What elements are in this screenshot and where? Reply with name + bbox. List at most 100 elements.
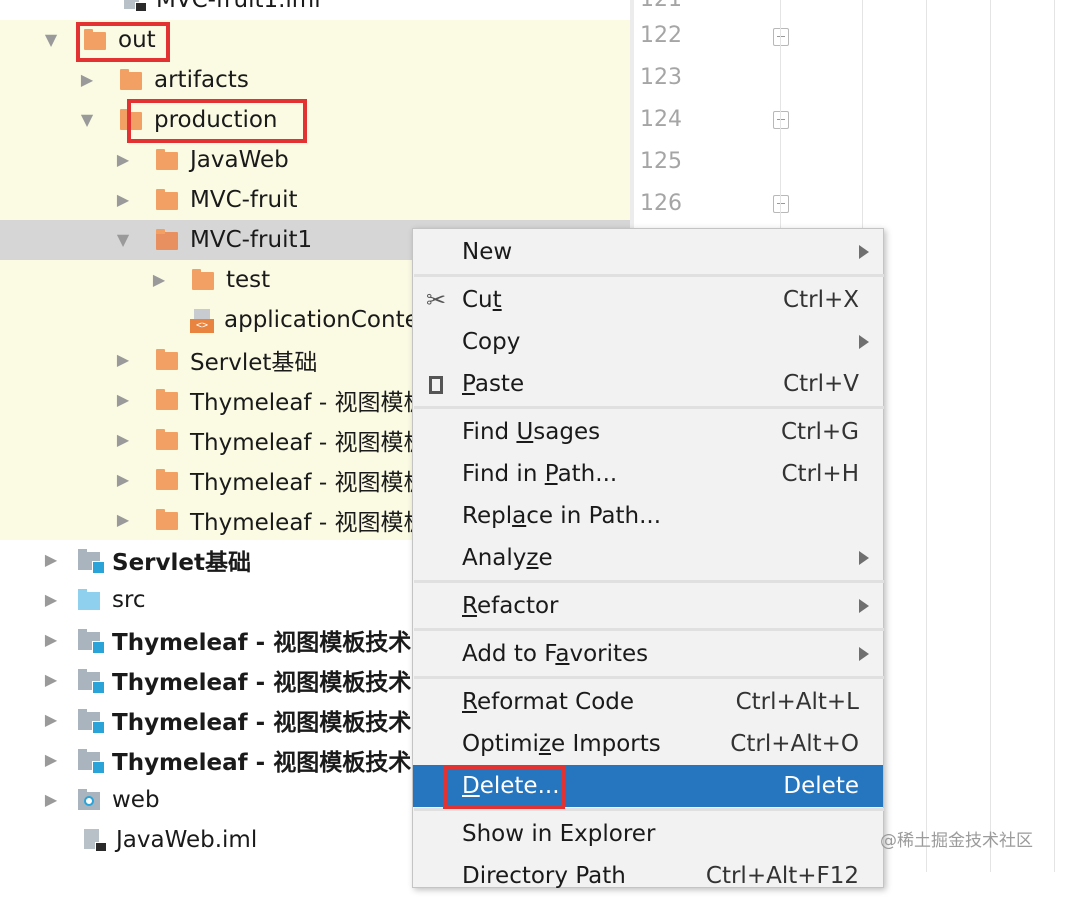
menu-item-label: Paste — [462, 371, 525, 397]
clipboard-icon — [423, 371, 449, 397]
tree-item-label: Thymeleaf - 视图模板 — [190, 470, 427, 496]
collapsed-arrow-icon[interactable]: ▶ — [116, 392, 130, 408]
module-folder-icon — [78, 749, 105, 774]
menu-item-show-in-explorer[interactable]: Show in Explorer — [413, 813, 883, 855]
menu-item-new[interactable]: New — [413, 231, 883, 273]
line-number: 123 — [640, 65, 682, 90]
module-folder-icon — [78, 549, 105, 574]
tree-item-label: test — [226, 267, 271, 293]
tree-item-label: MVC-fruit1 — [190, 227, 313, 253]
tree-item-label: JavaWeb.iml — [116, 827, 258, 853]
menu-separator — [414, 274, 884, 277]
collapsed-arrow-icon[interactable]: ▶ — [116, 472, 130, 488]
editor-guide-line — [926, 0, 927, 872]
scissors-icon: ✂ — [425, 286, 447, 314]
menu-item-find-in-path[interactable]: Find in Path... Ctrl+H — [413, 453, 883, 495]
collapsed-arrow-icon[interactable]: ▶ — [44, 552, 58, 568]
menu-item-label: Optimize Imports — [462, 731, 661, 757]
menu-item-label: Reformat Code — [462, 689, 635, 715]
fold-marker-icon[interactable] — [773, 195, 789, 213]
menu-item-cut[interactable]: ✂ Cut Ctrl+X — [413, 279, 883, 321]
tree-item-mvc-fruit[interactable]: ▶ MVC-fruit — [0, 180, 630, 220]
collapsed-arrow-icon[interactable]: ▶ — [152, 272, 166, 288]
folder-icon — [156, 469, 180, 491]
collapsed-arrow-icon[interactable]: ▶ — [44, 752, 58, 768]
menu-item-label: Copy — [462, 329, 521, 355]
highlight-box-delete — [443, 765, 565, 809]
watermark: @稀土掘金技术社区 — [880, 831, 1033, 851]
line-number: 125 — [640, 149, 682, 174]
tree-item-label: Thymeleaf - 视图模板 — [190, 510, 427, 536]
folder-icon — [156, 509, 180, 531]
submenu-arrow-icon — [859, 599, 869, 613]
shortcut-label: Ctrl+X — [783, 287, 859, 313]
menu-item-add-to-favorites[interactable]: Add to Favorites — [413, 633, 883, 675]
line-number: 124 — [640, 107, 682, 132]
folder-icon — [156, 189, 180, 211]
collapsed-arrow-icon[interactable]: ▶ — [116, 512, 130, 528]
expanded-arrow-icon[interactable]: ▼ — [44, 32, 58, 48]
collapsed-arrow-icon[interactable]: ▶ — [80, 72, 94, 88]
menu-separator — [414, 628, 884, 631]
collapsed-arrow-icon[interactable]: ▶ — [44, 712, 58, 728]
menu-item-label: Replace in Path... — [462, 503, 662, 529]
menu-item-label: Show in Explorer — [462, 821, 656, 847]
folder-icon — [120, 69, 144, 91]
menu-item-analyze[interactable]: Analyze — [413, 537, 883, 579]
highlight-box-out — [76, 22, 170, 62]
menu-item-reformat-code[interactable]: Reformat Code Ctrl+Alt+L — [413, 681, 883, 723]
folder-icon — [156, 389, 180, 411]
tree-item-label: Servlet基础 — [112, 550, 251, 576]
tree-item-artifacts[interactable]: ▶ artifacts — [0, 60, 630, 100]
menu-item-label: Analyze — [462, 545, 553, 571]
collapsed-arrow-icon[interactable]: ▶ — [44, 632, 58, 648]
menu-item-find-usages[interactable]: Find Usages Ctrl+G — [413, 411, 883, 453]
folder-icon — [156, 149, 180, 171]
tree-item-label: Thymeleaf - 视图模板技术 — [112, 670, 412, 696]
menu-item-directory-path[interactable]: Directory Path Ctrl+Alt+F12 — [413, 855, 883, 897]
source-folder-icon — [78, 589, 102, 611]
shortcut-label: Ctrl+V — [783, 371, 859, 397]
folder-open-icon — [156, 229, 180, 251]
expanded-arrow-icon[interactable]: ▼ — [80, 112, 94, 128]
menu-item-label: New — [462, 239, 513, 265]
xml-file-icon: <> — [190, 309, 214, 333]
tree-item-label: src — [112, 587, 146, 613]
menu-separator — [414, 676, 884, 679]
tree-item-label: Thymeleaf - 视图模板 — [190, 430, 427, 456]
tree-item-label: web — [112, 787, 160, 813]
menu-item-label: Directory Path — [462, 863, 626, 889]
tree-item-label: MVC-fruit — [190, 187, 298, 213]
collapsed-arrow-icon[interactable]: ▶ — [44, 672, 58, 688]
tree-item-label: Thymeleaf - 视图模板 — [190, 390, 427, 416]
line-number: 122 — [640, 23, 682, 48]
fold-marker-icon[interactable] — [773, 28, 789, 46]
tree-item-label: JavaWeb — [190, 147, 289, 173]
fold-marker-icon[interactable] — [773, 111, 789, 129]
menu-item-label: Refactor — [462, 593, 559, 619]
collapsed-arrow-icon[interactable]: ▶ — [116, 352, 130, 368]
collapsed-arrow-icon[interactable]: ▶ — [116, 152, 130, 168]
module-folder-icon — [78, 669, 105, 694]
submenu-arrow-icon — [859, 551, 869, 565]
tree-item-label: applicationConte — [224, 307, 419, 333]
tree-item-mvc-fruit1-iml[interactable]: MVC-fruit1.iml — [0, 0, 630, 20]
expanded-arrow-icon[interactable]: ▼ — [116, 232, 130, 248]
collapsed-arrow-icon[interactable]: ▶ — [116, 432, 130, 448]
collapsed-arrow-icon[interactable]: ▶ — [44, 592, 58, 608]
menu-item-replace-in-path[interactable]: Replace in Path... — [413, 495, 883, 537]
menu-item-label: Find Usages — [462, 419, 601, 445]
highlight-box-production — [127, 99, 307, 143]
web-folder-icon — [78, 789, 102, 811]
tree-item-javaweb-out[interactable]: ▶ JavaWeb — [0, 140, 630, 180]
menu-item-copy[interactable]: Copy — [413, 321, 883, 363]
folder-icon — [192, 269, 216, 291]
menu-item-paste[interactable]: Paste Ctrl+V — [413, 363, 883, 405]
collapsed-arrow-icon[interactable]: ▶ — [116, 192, 130, 208]
menu-item-optimize-imports[interactable]: Optimize Imports Ctrl+Alt+O — [413, 723, 883, 765]
menu-item-refactor[interactable]: Refactor — [413, 585, 883, 627]
menu-item-label: Add to Favorites — [462, 641, 649, 667]
module-folder-icon — [78, 629, 105, 654]
collapsed-arrow-icon[interactable]: ▶ — [44, 792, 58, 808]
tree-item-production[interactable]: ▼ production — [0, 100, 630, 140]
